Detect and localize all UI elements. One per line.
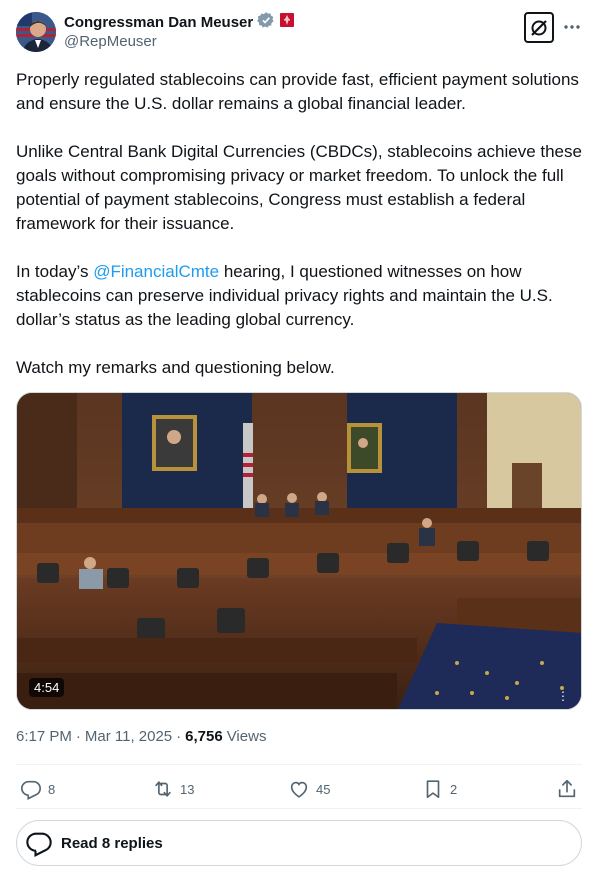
repost-button[interactable]: 13 [152, 776, 194, 802]
tweet-time[interactable]: 6:17 PM [16, 728, 72, 745]
heart-icon [290, 781, 308, 798]
government-badge-icon [279, 12, 295, 33]
tweet-paragraph: Unlike Central Bank Digital Currencies (… [16, 142, 582, 233]
tweet-paragraph: Properly regulated stablecoins can provi… [16, 70, 579, 113]
more-icon [564, 25, 580, 29]
reply-icon [26, 832, 52, 857]
mention-link[interactable]: @FinancialCmte [93, 262, 219, 281]
reply-button[interactable]: 8 [20, 776, 55, 802]
tweet-paragraph: In today’s @FinancialCmte hearing, I que… [16, 260, 584, 332]
bookmark-icon [426, 780, 440, 799]
like-count: 45 [316, 781, 331, 797]
video-duration: 4:54 [29, 678, 65, 697]
verified-badge-icon [257, 11, 275, 34]
meta-separator: · [75, 728, 81, 745]
views-count: 6,756 [185, 728, 223, 745]
read-replies-button[interactable]: Read 8 replies [16, 820, 582, 866]
video-player[interactable]: 4:54 ⋮ [16, 392, 582, 710]
tweet-text: Properly regulated stablecoins can provi… [16, 68, 584, 380]
name-row: Congressman Dan Meuser [64, 11, 295, 34]
bookmark-button[interactable]: 2 [422, 776, 457, 802]
reply-icon [21, 780, 41, 800]
grok-button[interactable] [524, 12, 554, 43]
tweet-date[interactable]: Mar 11, 2025 [85, 728, 172, 745]
meta-separator: · [176, 728, 182, 745]
author-handle[interactable]: @RepMeuser [64, 33, 157, 50]
reply-count: 8 [48, 781, 56, 797]
tweet-paragraph: Watch my remarks and questioning below. [16, 358, 335, 377]
views-label: Views [226, 728, 267, 745]
grok-icon [531, 19, 547, 36]
share-button[interactable] [556, 776, 578, 802]
author-name[interactable]: Congressman Dan Meuser [64, 14, 253, 31]
repost-icon [155, 781, 171, 797]
like-button[interactable]: 45 [288, 776, 330, 802]
tweet-text-segment: In today’s [16, 262, 94, 281]
more-options-button[interactable] [562, 20, 582, 34]
divider [16, 764, 582, 765]
video-options-icon[interactable]: ⋮ [557, 689, 569, 703]
tweet-header: Congressman Dan Meuser @RepMeuser [16, 11, 582, 54]
avatar[interactable] [16, 12, 56, 52]
tweet-meta: 6:17 PM · Mar 11, 2025 · 6,756 Views [16, 728, 266, 745]
action-bar: 8 13 45 2 [16, 776, 582, 802]
share-icon [558, 779, 576, 798]
video-thumbnail [17, 393, 581, 709]
read-replies-label: Read 8 replies [61, 834, 163, 852]
repost-count: 13 [180, 781, 195, 797]
divider [16, 808, 582, 809]
bookmark-count: 2 [450, 781, 458, 797]
